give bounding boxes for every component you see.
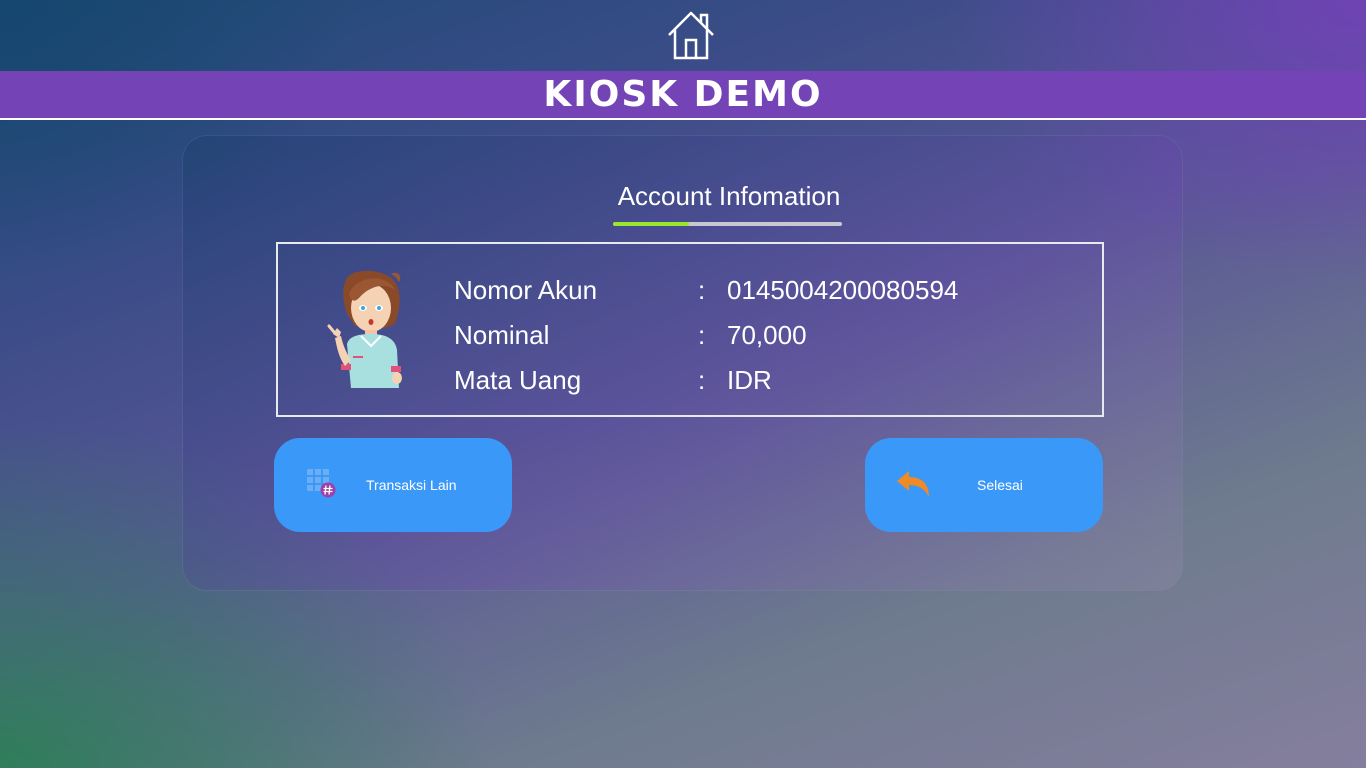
keypad-hash-icon (307, 469, 336, 498)
other-transaction-label: Transaksi Lain (366, 477, 457, 493)
row-account-number: Nomor Akun : 0145004200080594 (454, 273, 1054, 307)
finish-label: Selesai (977, 477, 1023, 493)
row-currency: Mata Uang : IDR (454, 363, 1054, 397)
home-button[interactable] (665, 9, 717, 61)
page-title: KIOSK DEMO (543, 74, 823, 115)
row-label: Mata Uang (454, 364, 582, 395)
row-value: 0145004200080594 (727, 274, 959, 305)
row-separator: : (698, 274, 706, 305)
customer-service-woman-icon (327, 270, 402, 388)
row-label: Nominal (454, 319, 550, 350)
row-label: Nomor Akun (454, 274, 598, 305)
row-amount: Nominal : 70,000 (454, 318, 1054, 352)
row-value: IDR (727, 364, 772, 395)
title-bar: KIOSK DEMO (0, 71, 1366, 120)
card-title: Account Infomation (617, 181, 841, 211)
row-separator: : (698, 319, 706, 350)
other-transaction-button[interactable]: Transaksi Lain (274, 438, 512, 532)
undo-arrow-icon (897, 471, 929, 497)
house-icon (668, 11, 714, 60)
progress-fill (613, 222, 689, 226)
row-value: 70,000 (727, 319, 807, 350)
finish-button[interactable]: Selesai (865, 438, 1103, 532)
row-separator: : (698, 364, 706, 395)
progress-bar (613, 222, 842, 226)
